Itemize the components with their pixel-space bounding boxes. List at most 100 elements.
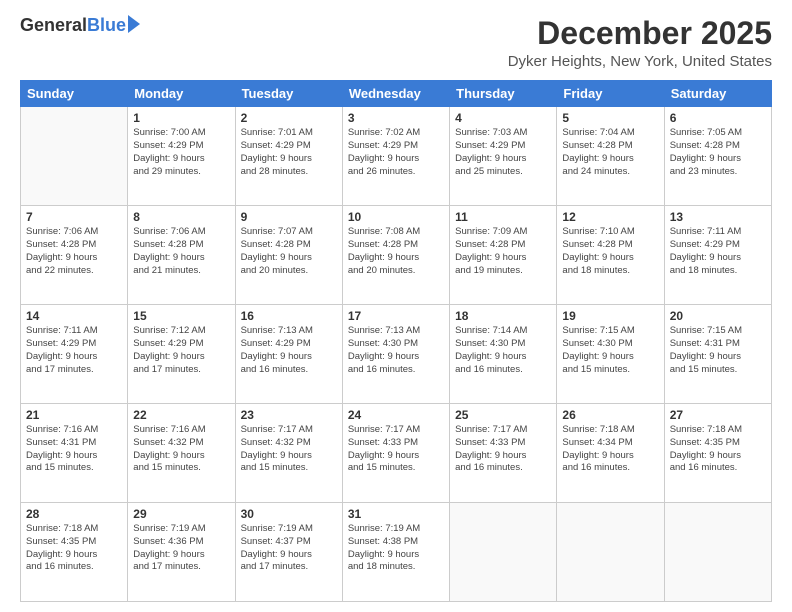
day-number: 25 — [455, 408, 551, 422]
day-info: Sunrise: 7:17 AMSunset: 4:33 PMDaylight:… — [348, 424, 444, 475]
day-number: 1 — [133, 111, 229, 125]
calendar-cell — [557, 503, 664, 602]
day-number: 19 — [562, 309, 658, 323]
day-info: Sunrise: 7:04 AMSunset: 4:28 PMDaylight:… — [562, 127, 658, 178]
day-info: Sunrise: 7:05 AMSunset: 4:28 PMDaylight:… — [670, 127, 766, 178]
day-info: Sunrise: 7:11 AMSunset: 4:29 PMDaylight:… — [670, 226, 766, 277]
calendar-cell: 14Sunrise: 7:11 AMSunset: 4:29 PMDayligh… — [21, 305, 128, 404]
day-info: Sunrise: 7:19 AMSunset: 4:38 PMDaylight:… — [348, 523, 444, 574]
calendar-header-thursday: Thursday — [450, 81, 557, 107]
day-info: Sunrise: 7:08 AMSunset: 4:28 PMDaylight:… — [348, 226, 444, 277]
day-info: Sunrise: 7:02 AMSunset: 4:29 PMDaylight:… — [348, 127, 444, 178]
day-number: 16 — [241, 309, 337, 323]
day-number: 10 — [348, 210, 444, 224]
day-info: Sunrise: 7:06 AMSunset: 4:28 PMDaylight:… — [26, 226, 122, 277]
calendar-cell: 15Sunrise: 7:12 AMSunset: 4:29 PMDayligh… — [128, 305, 235, 404]
calendar-week-3: 21 Sunrise: 7:16 AMSunset: 4:31 PMDayligh… — [21, 404, 772, 503]
title-block: December 2025 Dyker Heights, New York, U… — [508, 16, 772, 70]
calendar-week-0: 1 Sunrise: 7:00 AMSunset: 4:29 PMDaylight… — [21, 107, 772, 206]
day-info: Sunrise: 7:00 AMSunset: 4:29 PMDaylight:… — [133, 127, 229, 178]
calendar-cell: 20 Sunrise: 7:15 AMSunset: 4:31 PMDayligh… — [664, 305, 771, 404]
logo-arrow-icon — [128, 15, 140, 33]
calendar-header-row: SundayMondayTuesdayWednesdayThursdayFrid… — [21, 81, 772, 107]
calendar-cell: 21 Sunrise: 7:16 AMSunset: 4:31 PMDayligh… — [21, 404, 128, 503]
day-info: Sunrise: 7:19 AMSunset: 4:37 PMDaylight:… — [241, 523, 337, 574]
calendar-cell: 2Sunrise: 7:01 AMSunset: 4:29 PMDaylight… — [235, 107, 342, 206]
calendar-cell — [450, 503, 557, 602]
calendar-header-wednesday: Wednesday — [342, 81, 449, 107]
day-number: 21 — [26, 408, 122, 422]
day-number: 4 — [455, 111, 551, 125]
calendar-cell: 6 Sunrise: 7:05 AMSunset: 4:28 PMDaylight… — [664, 107, 771, 206]
calendar-cell: 9Sunrise: 7:07 AMSunset: 4:28 PMDaylight… — [235, 206, 342, 305]
calendar-cell: 11 Sunrise: 7:09 AMSunset: 4:28 PMDayligh… — [450, 206, 557, 305]
day-number: 8 — [133, 210, 229, 224]
day-info: Sunrise: 7:16 AMSunset: 4:31 PMDaylight:… — [26, 424, 122, 475]
calendar-cell: 8Sunrise: 7:06 AMSunset: 4:28 PMDaylight… — [128, 206, 235, 305]
calendar-header-friday: Friday — [557, 81, 664, 107]
day-number: 13 — [670, 210, 766, 224]
day-info: Sunrise: 7:18 AMSunset: 4:35 PMDaylight:… — [670, 424, 766, 475]
day-number: 12 — [562, 210, 658, 224]
day-info: Sunrise: 7:19 AMSunset: 4:36 PMDaylight:… — [133, 523, 229, 574]
calendar-cell: 22Sunrise: 7:16 AMSunset: 4:32 PMDayligh… — [128, 404, 235, 503]
day-info: Sunrise: 7:17 AMSunset: 4:33 PMDaylight:… — [455, 424, 551, 475]
calendar-cell: 18Sunrise: 7:14 AMSunset: 4:30 PMDayligh… — [450, 305, 557, 404]
logo-blue: Blue — [87, 16, 126, 34]
calendar-cell: 5Sunrise: 7:04 AMSunset: 4:28 PMDaylight… — [557, 107, 664, 206]
day-info: Sunrise: 7:07 AMSunset: 4:28 PMDaylight:… — [241, 226, 337, 277]
day-info: Sunrise: 7:15 AMSunset: 4:30 PMDaylight:… — [562, 325, 658, 376]
calendar-table: SundayMondayTuesdayWednesdayThursdayFrid… — [20, 80, 772, 602]
day-info: Sunrise: 7:13 AMSunset: 4:30 PMDaylight:… — [348, 325, 444, 376]
day-number: 7 — [26, 210, 122, 224]
logo: General Blue — [20, 16, 140, 34]
day-number: 11 — [455, 210, 551, 224]
day-number: 27 — [670, 408, 766, 422]
calendar-cell: 26Sunrise: 7:18 AMSunset: 4:34 PMDayligh… — [557, 404, 664, 503]
calendar-week-2: 14Sunrise: 7:11 AMSunset: 4:29 PMDayligh… — [21, 305, 772, 404]
calendar-week-4: 28Sunrise: 7:18 AMSunset: 4:35 PMDayligh… — [21, 503, 772, 602]
sub-title: Dyker Heights, New York, United States — [508, 53, 772, 70]
day-number: 14 — [26, 309, 122, 323]
calendar-page: General Blue December 2025 Dyker Heights… — [0, 0, 792, 612]
calendar-header-tuesday: Tuesday — [235, 81, 342, 107]
calendar-week-1: 7 Sunrise: 7:06 AMSunset: 4:28 PMDaylight… — [21, 206, 772, 305]
day-number: 28 — [26, 507, 122, 521]
day-number: 29 — [133, 507, 229, 521]
day-info: Sunrise: 7:09 AMSunset: 4:28 PMDaylight:… — [455, 226, 551, 277]
day-number: 23 — [241, 408, 337, 422]
day-info: Sunrise: 7:15 AMSunset: 4:31 PMDaylight:… — [670, 325, 766, 376]
calendar-cell: 1 Sunrise: 7:00 AMSunset: 4:29 PMDaylight… — [128, 107, 235, 206]
calendar-cell — [664, 503, 771, 602]
header: General Blue December 2025 Dyker Heights… — [20, 16, 772, 70]
day-info: Sunrise: 7:16 AMSunset: 4:32 PMDaylight:… — [133, 424, 229, 475]
calendar-cell: 29 Sunrise: 7:19 AMSunset: 4:36 PMDayligh… — [128, 503, 235, 602]
calendar-cell: 24Sunrise: 7:17 AMSunset: 4:33 PMDayligh… — [342, 404, 449, 503]
calendar-cell: 10 Sunrise: 7:08 AMSunset: 4:28 PMDayligh… — [342, 206, 449, 305]
day-number: 6 — [670, 111, 766, 125]
calendar-cell: 12 Sunrise: 7:10 AMSunset: 4:28 PMDayligh… — [557, 206, 664, 305]
logo-general: General — [20, 16, 87, 34]
calendar-cell: 30 Sunrise: 7:19 AMSunset: 4:37 PMDayligh… — [235, 503, 342, 602]
day-info: Sunrise: 7:13 AMSunset: 4:29 PMDaylight:… — [241, 325, 337, 376]
calendar-header-monday: Monday — [128, 81, 235, 107]
day-number: 15 — [133, 309, 229, 323]
day-info: Sunrise: 7:14 AMSunset: 4:30 PMDaylight:… — [455, 325, 551, 376]
day-number: 30 — [241, 507, 337, 521]
calendar-cell: 16 Sunrise: 7:13 AMSunset: 4:29 PMDayligh… — [235, 305, 342, 404]
day-number: 17 — [348, 309, 444, 323]
calendar-cell: 27 Sunrise: 7:18 AMSunset: 4:35 PMDayligh… — [664, 404, 771, 503]
day-number: 20 — [670, 309, 766, 323]
logo-text: General Blue — [20, 16, 140, 34]
day-number: 2 — [241, 111, 337, 125]
day-number: 26 — [562, 408, 658, 422]
calendar-cell: 28Sunrise: 7:18 AMSunset: 4:35 PMDayligh… — [21, 503, 128, 602]
calendar-cell: 3Sunrise: 7:02 AMSunset: 4:29 PMDaylight… — [342, 107, 449, 206]
day-number: 31 — [348, 507, 444, 521]
day-info: Sunrise: 7:10 AMSunset: 4:28 PMDaylight:… — [562, 226, 658, 277]
main-title: December 2025 — [508, 16, 772, 51]
calendar-cell: 23 Sunrise: 7:17 AMSunset: 4:32 PMDayligh… — [235, 404, 342, 503]
calendar-cell: 19 Sunrise: 7:15 AMSunset: 4:30 PMDayligh… — [557, 305, 664, 404]
calendar-header-sunday: Sunday — [21, 81, 128, 107]
day-info: Sunrise: 7:17 AMSunset: 4:32 PMDaylight:… — [241, 424, 337, 475]
